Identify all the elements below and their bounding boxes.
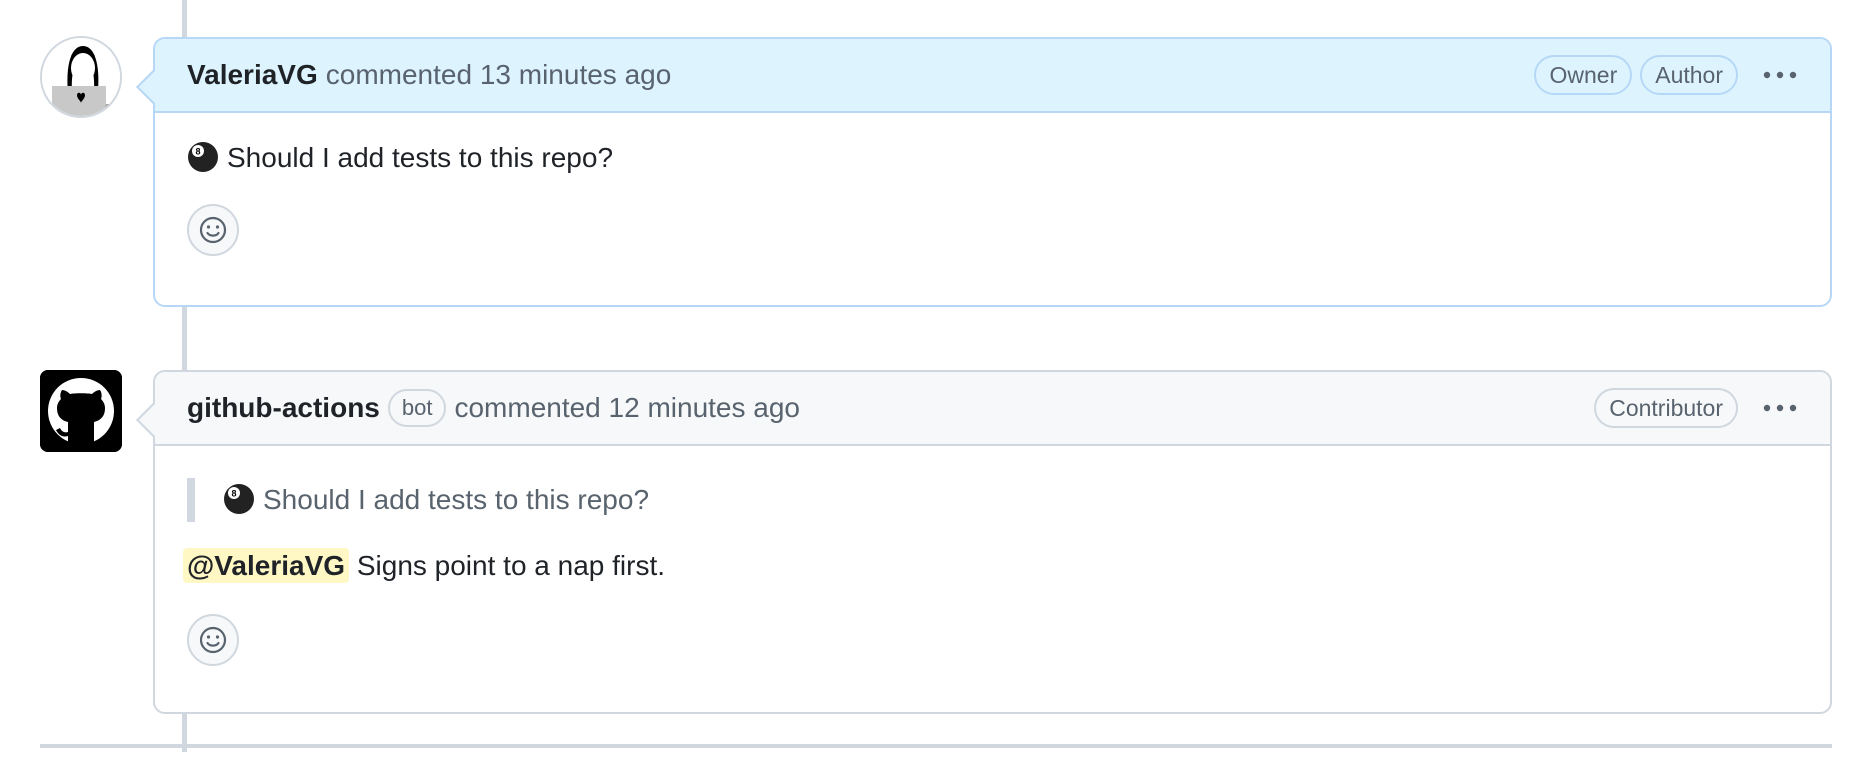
avatar-github-actions[interactable] [40, 370, 122, 452]
comment-header: github-actions bot commented 12 minutes … [155, 372, 1830, 446]
smiley-icon [199, 626, 227, 654]
svg-text:8: 8 [195, 147, 200, 157]
comment-timestamp-link[interactable]: commented 12 minutes ago [454, 392, 800, 424]
smiley-icon [199, 216, 227, 244]
comment-author-link[interactable]: ValeriaVG [187, 59, 318, 91]
reply-text-content: Signs point to a nap first. [356, 550, 666, 581]
comment-options-button[interactable] [1760, 60, 1800, 90]
comment-header: ValeriaVG commented 13 minutes ago Owner… [155, 39, 1830, 113]
comment-text-content: Should I add tests to this repo? [227, 142, 614, 173]
kebab-horizontal-icon [1763, 404, 1797, 412]
github-octocat-icon [40, 370, 122, 452]
comment-card: github-actions bot commented 12 minutes … [136, 370, 1832, 714]
svg-text:8: 8 [231, 489, 236, 499]
person-laptop-avatar [42, 38, 120, 116]
add-reaction-button[interactable] [187, 614, 239, 666]
reply-text: @ValeriaVG Signs point to a nap first. [183, 548, 1798, 583]
comment-text: 8 Should I add tests to this repo? [187, 141, 1798, 174]
quoted-text: 8 Should I add tests to this repo? [187, 478, 1798, 522]
bot-label: bot [387, 389, 447, 427]
comment-timestamp-link[interactable]: commented 13 minutes ago [326, 59, 672, 91]
user-mention-link[interactable]: @ValeriaVG [183, 548, 350, 583]
comment-card: ValeriaVG commented 13 minutes ago Owner… [136, 37, 1832, 307]
8-ball-icon: 8 [224, 484, 254, 514]
contributor-label: Contributor [1594, 388, 1738, 428]
comment-body: 8 Should I add tests to this repo? [155, 141, 1830, 256]
avatar-valeriavg[interactable] [40, 36, 122, 118]
kebab-horizontal-icon [1763, 71, 1797, 79]
quoted-text-content: Should I add tests to this repo? [263, 484, 650, 515]
timeline-end-divider [40, 744, 1832, 748]
comment-body: 8 Should I add tests to this repo? @Vale… [155, 478, 1830, 666]
comment-author-link[interactable]: github-actions [187, 392, 380, 424]
comment-options-button[interactable] [1760, 393, 1800, 423]
owner-label: Owner [1534, 55, 1633, 95]
add-reaction-button[interactable] [187, 204, 239, 256]
8-ball-icon: 8 [188, 142, 218, 172]
author-label: Author [1640, 55, 1738, 95]
